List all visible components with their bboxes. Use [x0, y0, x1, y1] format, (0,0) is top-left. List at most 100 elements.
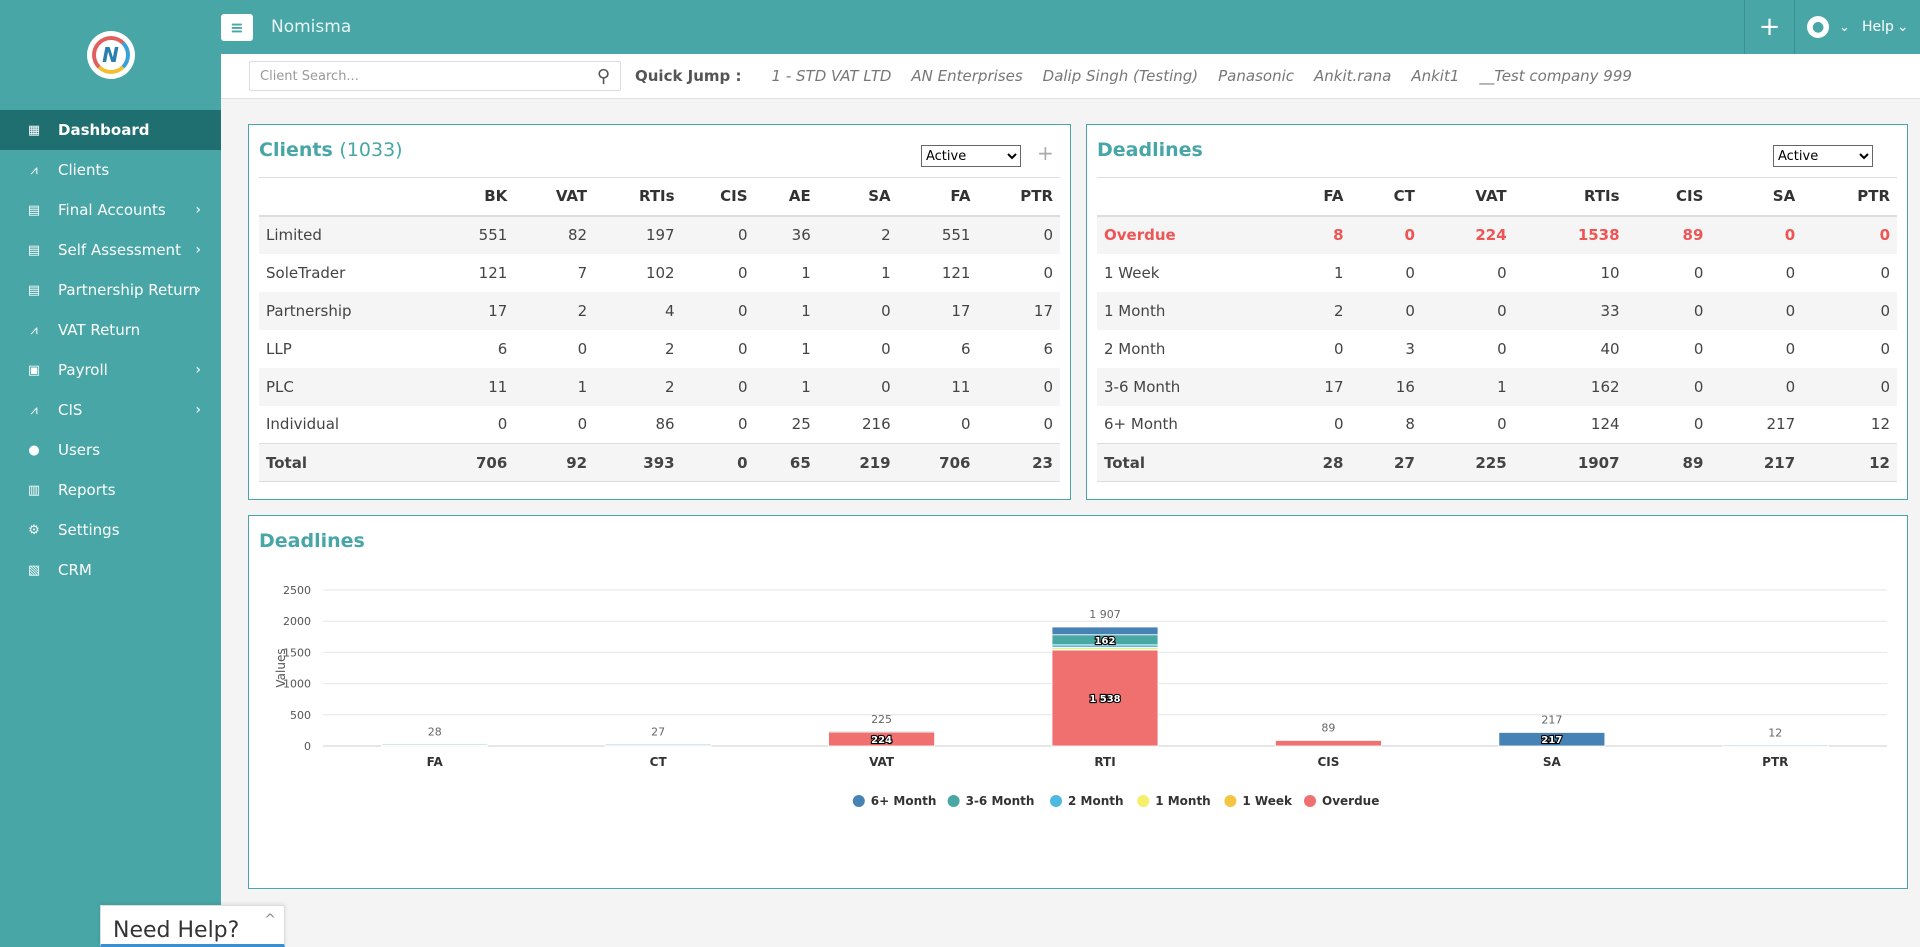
y-axis-label: Values [274, 648, 288, 687]
sidebar-item-self-assessment[interactable]: ▤ Self Assessment › [0, 230, 221, 270]
table-cell: 17 [434, 291, 515, 330]
clients-count: (1033) [339, 139, 403, 161]
quick-jump-link[interactable]: Dalip Singh (Testing) [1043, 67, 1199, 85]
total-cell: 65 [754, 443, 818, 482]
search-icon[interactable]: ⚲ [597, 66, 610, 87]
legend-label: 1 Week [1242, 794, 1293, 808]
table-cell: 0 [1802, 215, 1897, 254]
table-row[interactable]: 3-6 Month 17 16 1 162 0 0 0 [1097, 367, 1897, 406]
sidebar-item-payroll[interactable]: ▣ Payroll › [0, 350, 221, 390]
bar-total-label: 27 [651, 725, 665, 738]
quick-jump-label: Quick Jump : [635, 67, 742, 85]
user-menu-button[interactable]: ● ⌄ [1794, 0, 1862, 54]
column-header: PTR [1802, 177, 1897, 217]
legend-marker [1304, 795, 1316, 807]
clients-status-select[interactable]: Active [921, 145, 1021, 167]
quick-jump-link[interactable]: Ankit1 [1411, 67, 1459, 85]
client-search-input[interactable] [260, 68, 597, 84]
folder-icon: ▤ [27, 242, 41, 258]
need-help-label: Need Help? [113, 918, 240, 943]
quick-jump-link[interactable]: __Test company 999 [1479, 67, 1632, 85]
table-row[interactable]: 2 Month 0 3 0 40 0 0 0 [1097, 330, 1897, 368]
table-cell: 2 [514, 291, 595, 330]
bar-segment [1275, 740, 1382, 747]
sidebar-item-dashboard[interactable]: ▦ Dashboard [0, 110, 221, 150]
table-cell: 0 [1350, 215, 1422, 254]
table-cell: 0 [738, 339, 748, 358]
table-cell: 17 [1279, 367, 1351, 406]
table-cell: 121 [941, 263, 971, 282]
app-logo[interactable]: N [86, 31, 135, 79]
y-tick-label: 2500 [283, 584, 311, 597]
table-cell: 0 [1043, 415, 1053, 434]
deadlines-panel: Deadlines Active FA CT VAT RTIs CIS SA PTR Ove… [1086, 124, 1908, 500]
table-row[interactable]: 1 Week 1 0 0 10 0 0 0 [1097, 254, 1897, 292]
table-row[interactable]: 6+ Month 0 8 0 124 0 217 12 [1097, 406, 1897, 444]
sidebar-item-cis[interactable]: ⩘ CIS › [0, 390, 221, 430]
sidebar-item-vat-return[interactable]: ⩘ VAT Return [0, 310, 221, 350]
table-row[interactable]: PLC 11 1 2 0 1 0 11 0 [259, 367, 1060, 406]
deadlines-chart-panel: Deadlines 0 500 1000 1500 2000 2500 Values 28 FA… [248, 515, 1908, 889]
column-header [259, 177, 435, 217]
bar-data-label: 1 538 [1089, 694, 1120, 705]
bar-total-label: 12 [1768, 726, 1782, 739]
clients-panel: Clients (1033) Active + BK VAT RTIs CIS AE SA… [248, 124, 1071, 500]
row-label: 3-6 Month [1097, 367, 1280, 406]
deadlines-status-select[interactable]: Active [1773, 145, 1873, 167]
table-row[interactable]: Overdue 8 0 224 1538 89 0 0 [1097, 215, 1897, 254]
x-tick-label: CT [650, 755, 668, 769]
table-cell: 197 [594, 215, 682, 254]
table-row[interactable]: Limited 551 82 197 0 36 2 551 0 [259, 215, 1060, 254]
total-cell: 92 [514, 443, 595, 482]
total-label: Total [1097, 443, 1280, 482]
row-label: LLP [266, 339, 292, 358]
help-menu-button[interactable]: Help ⌄ [1862, 0, 1920, 54]
deadlines-chart: 05001000150020002500Values28FA27CT224225… [274, 584, 1887, 808]
sidebar-item-label: CIS [58, 401, 83, 419]
table-cell: 6 [497, 339, 508, 358]
sidebar-item-partnership-return[interactable]: ▤ Partnership Return › [0, 270, 221, 310]
table-cell: 0 [1497, 339, 1507, 358]
add-button[interactable]: + [1744, 0, 1794, 54]
sidebar-item-reports[interactable]: ▥ Reports [0, 470, 221, 510]
sidebar-item-final-accounts[interactable]: ▤ Final Accounts › [0, 190, 221, 230]
table-cell: 1 [754, 291, 818, 330]
column-header: FA [897, 177, 978, 217]
plus-icon: + [1758, 12, 1781, 42]
table-cell: 1 [1421, 367, 1514, 406]
bar-data-label: 224 [871, 735, 892, 746]
table-cell: 102 [645, 263, 675, 282]
table-cell: 0 [1626, 367, 1711, 406]
brand-name: Nomisma [271, 17, 352, 37]
quick-jump-link[interactable]: Panasonic [1218, 67, 1294, 85]
table-row[interactable]: LLP 6 0 2 0 1 0 6 6 [259, 330, 1060, 368]
table-cell: 0 [1497, 415, 1507, 434]
chart-icon: ⩘ [30, 322, 38, 338]
add-client-icon[interactable]: + [1037, 141, 1054, 165]
sidebar-item-users[interactable]: ● Users [0, 430, 221, 470]
table-cell: 0 [1421, 291, 1514, 330]
chevron-up-icon[interactable]: ^ [264, 912, 276, 928]
sidebar-item-clients[interactable]: ⩘ Clients [0, 150, 221, 190]
table-row[interactable]: Partnership 17 2 4 0 1 0 17 17 [259, 291, 1060, 330]
hamburger-menu-button[interactable]: ≡ [221, 13, 253, 41]
table-cell: 7 [577, 263, 588, 282]
quick-jump-link[interactable]: 1 - STD VAT LTD [772, 67, 892, 85]
table-cell: 216 [861, 415, 891, 434]
table-cell: 0 [577, 339, 588, 358]
row-label: Individual [266, 415, 340, 434]
quick-jump-link[interactable]: Ankit.rana [1314, 67, 1391, 85]
table-cell: 3 [1405, 339, 1415, 358]
table-cell: 0 [1710, 215, 1803, 254]
quick-jump-link[interactable]: AN Enterprises [911, 67, 1022, 85]
table-cell: 0 [577, 415, 588, 434]
table-row[interactable]: 1 Month 2 0 0 33 0 0 0 [1097, 291, 1897, 330]
clients-table: BK VAT RTIs CIS AE SA FA PTR Limited 551 82 197 0 36… [259, 177, 1060, 482]
sidebar-item-crm[interactable]: ▧ CRM [0, 550, 221, 590]
quick-jump-bar: ⚲ Quick Jump : 1 - STD VAT LTD AN Enterpr… [221, 54, 1920, 99]
table-cell: 0 [1333, 415, 1344, 434]
sidebar-item-settings[interactable]: ⚙ Settings [0, 510, 221, 550]
table-row[interactable]: SoleTrader 121 7 102 0 1 1 121 0 [259, 254, 1060, 292]
need-help-widget[interactable]: Need Help? ^ [100, 905, 285, 947]
table-row[interactable]: Individual 0 0 86 0 25 216 0 0 [259, 406, 1060, 444]
